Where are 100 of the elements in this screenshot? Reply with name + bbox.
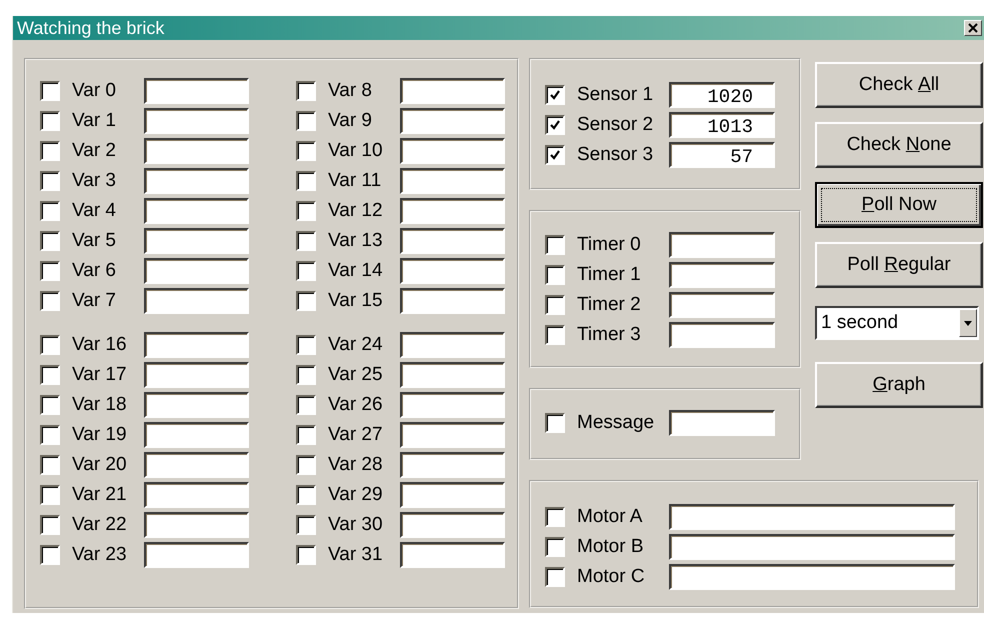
checkbox[interactable] <box>545 567 565 587</box>
value-field[interactable] <box>669 564 955 590</box>
sensor-label: Sensor 3 <box>577 144 654 166</box>
value-field[interactable] <box>400 198 505 224</box>
command-button[interactable]: Check All <box>815 62 983 108</box>
close-button[interactable] <box>964 20 982 36</box>
value-field[interactable] <box>144 288 249 314</box>
value-field[interactable] <box>400 288 505 314</box>
checkbox[interactable] <box>545 265 565 285</box>
variable-label: Var 21 <box>72 484 128 506</box>
variable-label: Var 1 <box>72 110 118 132</box>
checkbox[interactable] <box>296 545 316 565</box>
checkbox[interactable] <box>296 455 316 475</box>
checkbox[interactable] <box>545 85 565 105</box>
value-field[interactable] <box>144 258 249 284</box>
value-field[interactable] <box>400 392 505 418</box>
value-field[interactable] <box>144 362 249 388</box>
checkbox[interactable] <box>40 335 60 355</box>
checkbox[interactable] <box>296 261 316 281</box>
value-field[interactable] <box>400 422 505 448</box>
value-field[interactable] <box>400 168 505 194</box>
value-field[interactable]: 1020 <box>669 82 775 108</box>
value-field[interactable] <box>400 138 505 164</box>
value-field[interactable] <box>400 482 505 508</box>
checkbox[interactable] <box>296 201 316 221</box>
variable-label: Var 4 <box>72 200 118 222</box>
value-field[interactable] <box>144 138 249 164</box>
command-button[interactable]: Poll Now <box>815 182 983 228</box>
value-field[interactable] <box>669 262 775 288</box>
value-field[interactable] <box>400 228 505 254</box>
checkbox[interactable] <box>545 507 565 527</box>
checkbox[interactable] <box>40 231 60 251</box>
checkbox[interactable] <box>40 365 60 385</box>
checkbox[interactable] <box>545 325 565 345</box>
checkbox[interactable] <box>40 545 60 565</box>
value-field[interactable] <box>669 232 775 258</box>
value-field[interactable] <box>144 542 249 568</box>
value-field[interactable] <box>669 534 955 560</box>
check-icon <box>549 89 561 101</box>
value-field[interactable] <box>400 108 505 134</box>
checkbox[interactable] <box>296 515 316 535</box>
value-field[interactable] <box>400 258 505 284</box>
value-field[interactable] <box>669 322 775 348</box>
checkbox[interactable] <box>296 231 316 251</box>
checkbox[interactable] <box>296 365 316 385</box>
value-field[interactable] <box>144 78 249 104</box>
value-field[interactable] <box>669 292 775 318</box>
checkbox[interactable] <box>296 485 316 505</box>
value-field[interactable]: 57 <box>669 142 775 168</box>
checkbox[interactable] <box>296 425 316 445</box>
checkbox[interactable] <box>40 395 60 415</box>
value-field[interactable] <box>144 108 249 134</box>
checkbox[interactable] <box>40 81 60 101</box>
value-field[interactable] <box>144 392 249 418</box>
checkbox[interactable] <box>40 485 60 505</box>
graph-button[interactable]: Graph <box>815 362 983 408</box>
value-field[interactable] <box>144 482 249 508</box>
checkbox[interactable] <box>296 335 316 355</box>
value-field[interactable] <box>669 504 955 530</box>
checkbox[interactable] <box>40 171 60 191</box>
value-field[interactable] <box>400 332 505 358</box>
checkbox[interactable] <box>296 81 316 101</box>
checkbox[interactable] <box>40 515 60 535</box>
value-field[interactable] <box>400 78 505 104</box>
checkbox[interactable] <box>40 111 60 131</box>
value-field[interactable] <box>400 452 505 478</box>
value-field[interactable]: 1013 <box>669 112 775 138</box>
variable-label: Var 25 <box>328 364 384 386</box>
message-field[interactable] <box>669 410 775 436</box>
value-field[interactable] <box>144 198 249 224</box>
variable-label: Var 15 <box>328 290 384 312</box>
checkbox[interactable] <box>545 145 565 165</box>
value-field[interactable] <box>400 362 505 388</box>
checkbox[interactable] <box>296 141 316 161</box>
value-field[interactable] <box>144 422 249 448</box>
checkbox[interactable] <box>545 235 565 255</box>
interval-dropdown[interactable]: 1 second <box>815 306 979 340</box>
value-field[interactable] <box>144 228 249 254</box>
checkbox[interactable] <box>296 111 316 131</box>
checkbox[interactable] <box>40 261 60 281</box>
checkbox[interactable] <box>40 141 60 161</box>
checkbox[interactable] <box>40 455 60 475</box>
command-button[interactable]: Check None <box>815 122 983 168</box>
checkbox[interactable] <box>545 115 565 135</box>
checkbox[interactable] <box>40 425 60 445</box>
command-button[interactable]: Poll Regular <box>815 242 983 288</box>
checkbox[interactable] <box>40 201 60 221</box>
checkbox[interactable] <box>545 295 565 315</box>
checkbox[interactable] <box>296 171 316 191</box>
value-field[interactable] <box>144 452 249 478</box>
value-field[interactable] <box>144 168 249 194</box>
value-field[interactable] <box>144 512 249 538</box>
value-field[interactable] <box>144 332 249 358</box>
checkbox[interactable] <box>545 413 565 433</box>
checkbox[interactable] <box>40 291 60 311</box>
checkbox[interactable] <box>296 395 316 415</box>
checkbox[interactable] <box>296 291 316 311</box>
value-field[interactable] <box>400 542 505 568</box>
checkbox[interactable] <box>545 537 565 557</box>
value-field[interactable] <box>400 512 505 538</box>
